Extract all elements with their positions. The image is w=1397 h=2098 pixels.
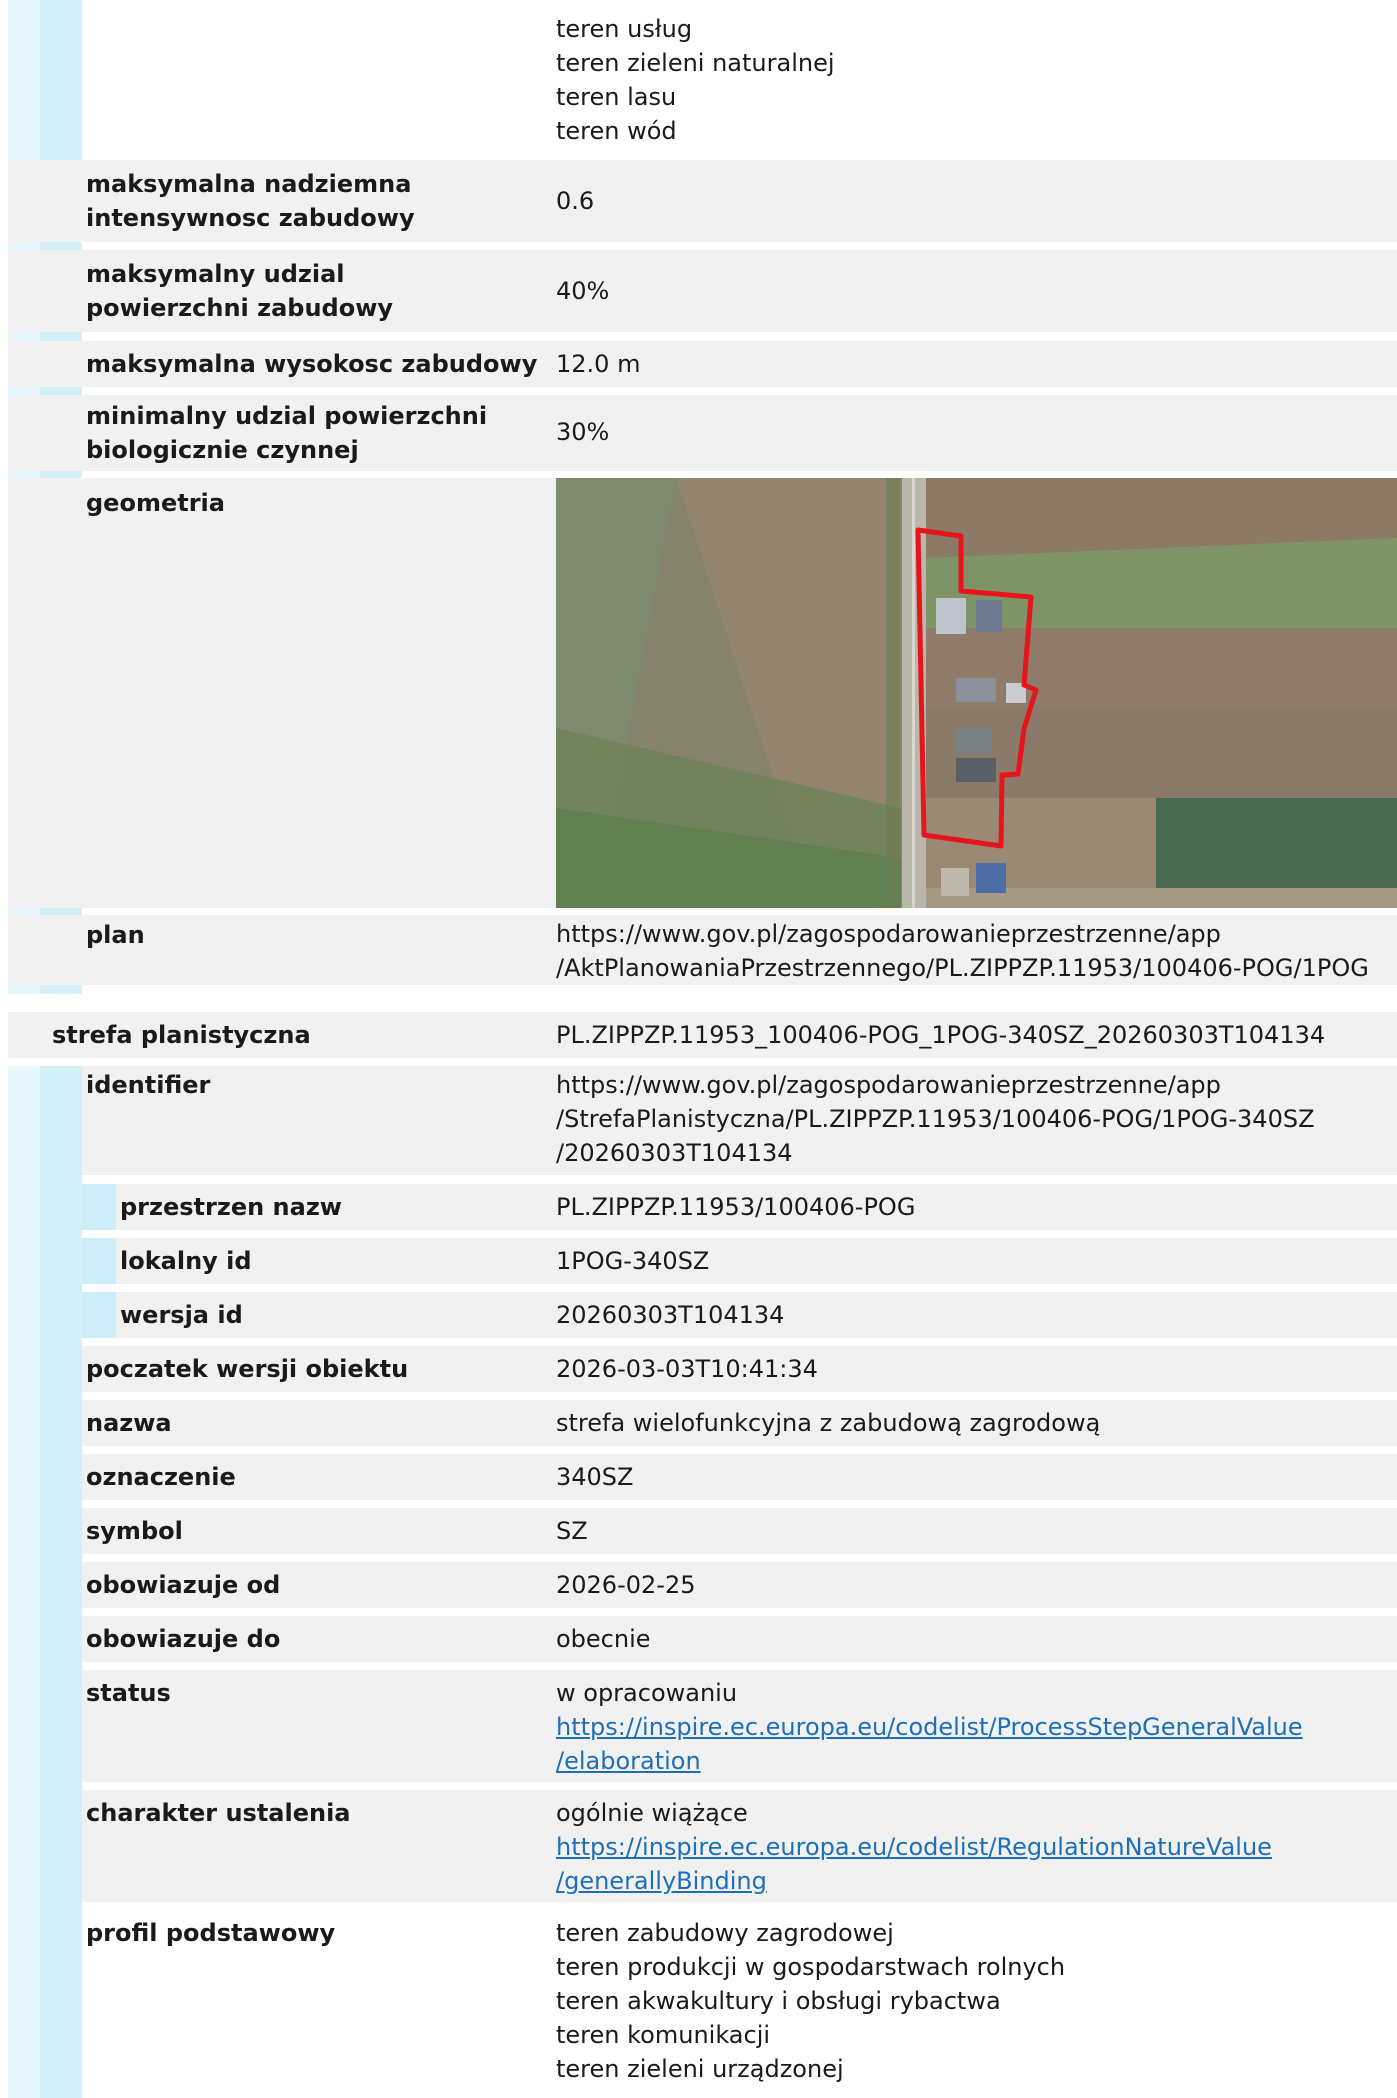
list-item: teren zieleni urządzonej [556, 2055, 844, 2083]
charakter-codelist-link[interactable]: https://inspire.ec.europa.eu/codelist/Re… [556, 1830, 1272, 1898]
section-id: PL.ZIPPZP.11953_100406-POG_1POG-340SZ_20… [556, 1021, 1326, 1049]
details-block-1: teren usług teren zieleni naturalnej ter… [8, 0, 1397, 994]
row-value: 340SZ [556, 1463, 634, 1491]
list-item: teren wód [556, 117, 677, 145]
indent-stripe [8, 1066, 40, 2098]
list-item: teren komunikacji [556, 2021, 771, 2049]
row-label: identifier [86, 1071, 211, 1099]
row-value: 2026-03-03T10:41:34 [556, 1355, 818, 1383]
indent-bar [40, 1066, 82, 2098]
profil-list: teren zabudowy zagrodowej teren produkcj… [556, 1916, 1065, 2086]
charakter-text: ogólnie wiążące [556, 1799, 748, 1827]
row-label: poczatek wersji obiektu [86, 1355, 409, 1383]
row-charakter: charakter ustalenia ogólnie wiążące http… [82, 1790, 1397, 1902]
row-plan: plan https://www.gov.pl/zagospodarowanie… [8, 915, 1397, 985]
row-identifier: identifier https://www.gov.pl/zagospodar… [82, 1066, 1397, 1175]
list-item: teren zieleni naturalnej [556, 49, 835, 77]
indent-square [82, 1292, 116, 1338]
row-label: maksymalna nadziemna intensywnosc zabudo… [86, 170, 415, 232]
row-intensity: maksymalna nadziemna intensywnosc zabudo… [8, 160, 1397, 242]
list-item: teren zabudowy zagrodowej [556, 1919, 894, 1947]
row-label: profil podstawowy [86, 1919, 336, 1947]
row-valid-to: obowiazuje do obecnie [82, 1616, 1397, 1662]
row-value: strefa wielofunkcyjna z zabudową zagrodo… [556, 1409, 1101, 1437]
row-profil: profil podstawowy teren zabudowy zagrodo… [82, 1910, 1397, 2098]
row-label: nazwa [86, 1409, 172, 1437]
row-height: maksymalna wysokosc zabudowy 12.0 m [8, 341, 1397, 387]
row-label: symbol [86, 1517, 183, 1545]
row-sub-localid: lokalny id 1POG-340SZ [82, 1238, 1397, 1284]
status-codelist-link[interactable]: https://inspire.ec.europa.eu/codelist/Pr… [556, 1710, 1303, 1778]
row-value: obecnie [556, 1625, 651, 1653]
row-label: charakter ustalenia [86, 1799, 351, 1827]
row-value: 1POG-340SZ [556, 1247, 710, 1275]
row-symbol: symbol SZ [82, 1508, 1397, 1554]
row-value: PL.ZIPPZP.11953/100406-POG [556, 1193, 916, 1221]
row-nazwa: nazwa strefa wielofunkcyjna z zabudową z… [82, 1400, 1397, 1446]
row-label: status [86, 1679, 171, 1707]
row-label: oznaczenie [86, 1463, 236, 1491]
row-label: obowiazuje do [86, 1625, 281, 1653]
row-label: plan [86, 921, 145, 949]
row-sub-namespace: przestrzen nazw PL.ZIPPZP.11953/100406-P… [82, 1184, 1397, 1230]
geometry-map[interactable] [556, 478, 1397, 908]
row-value: 0.6 [556, 187, 595, 215]
details-block-2: strefa planistyczna PL.ZIPPZP.11953_1004… [8, 1012, 1397, 2098]
list-item: teren usług [556, 15, 693, 43]
row-label: geometria [86, 489, 225, 517]
section-title: strefa planistyczna [52, 1021, 311, 1049]
identifier-url: https://www.gov.pl/zagospodarowanieprzes… [556, 1071, 1315, 1167]
row-value: SZ [556, 1517, 588, 1545]
row-label: maksymalny udzial powierzchni zabudowy [86, 260, 394, 322]
row-value: 2026-02-25 [556, 1571, 696, 1599]
row-label: maksymalna wysokosc zabudowy [86, 350, 538, 378]
plan-url: https://www.gov.pl/zagospodarowanieprzes… [556, 920, 1369, 982]
row-value: 30% [556, 418, 610, 446]
row-coverage: maksymalny udzial powierzchni zabudowy 4… [8, 250, 1397, 332]
list-item: teren lasu [556, 83, 677, 111]
row-biological: minimalny udzial powierzchni biologiczni… [8, 395, 1397, 471]
row-status: status w opracowaniu https://inspire.ec.… [82, 1670, 1397, 1782]
row-oznaczenie: oznaczenie 340SZ [82, 1454, 1397, 1500]
profile-continuation: teren usług teren zieleni naturalnej ter… [556, 12, 835, 148]
aerial-map-image [556, 478, 1397, 908]
row-value: 20260303T104134 [556, 1301, 785, 1329]
indent-square [82, 1184, 116, 1230]
row-value: 12.0 m [556, 350, 641, 378]
indent-square [82, 1238, 116, 1284]
row-version-start: poczatek wersji obiektu 2026-03-03T10:41… [82, 1346, 1397, 1392]
list-item: teren akwakultury i obsługi rybactwa [556, 1987, 1001, 2015]
row-label: przestrzen nazw [120, 1193, 342, 1221]
charakter-value: ogólnie wiążące https://inspire.ec.europ… [556, 1796, 1272, 1898]
row-label: wersja id [120, 1301, 243, 1329]
status-text: w opracowaniu [556, 1679, 738, 1707]
list-item: teren produkcji w gospodarstwach rolnych [556, 1953, 1066, 1981]
row-sub-version: wersja id 20260303T104134 [82, 1292, 1397, 1338]
row-label: obowiazuje od [86, 1571, 281, 1599]
row-label: minimalny udzial powierzchni biologiczni… [86, 402, 488, 464]
row-strefa-title: strefa planistyczna PL.ZIPPZP.11953_1004… [8, 1012, 1397, 1058]
row-value: 40% [556, 277, 610, 305]
row-label: lokalny id [120, 1247, 252, 1275]
status-value: w opracowaniu https://inspire.ec.europa.… [556, 1676, 1303, 1778]
row-valid-from: obowiazuje od 2026-02-25 [82, 1562, 1397, 1608]
